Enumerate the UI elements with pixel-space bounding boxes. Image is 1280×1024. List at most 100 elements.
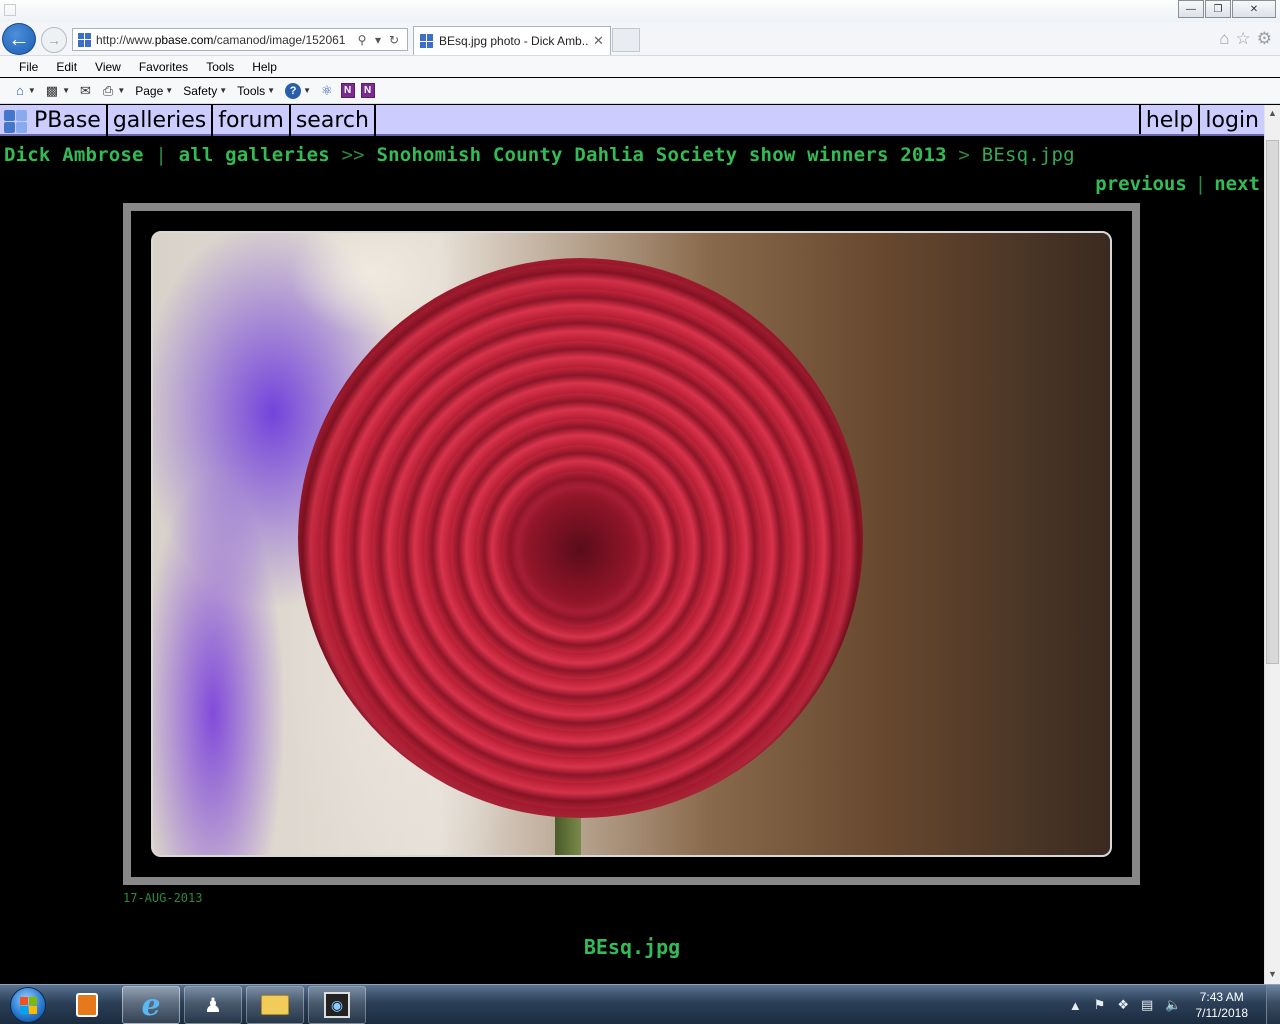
- address-dropdown-icon[interactable]: ▾: [370, 33, 386, 47]
- action-center-flag-icon[interactable]: ⚑: [1094, 997, 1106, 1013]
- search-icon[interactable]: ⚲: [354, 33, 370, 47]
- system-tray: ▲ ⚑ ❖ ▤ 🔈 7:43 AM 7/11/2018: [1063, 985, 1280, 1024]
- onenote-icon[interactable]: N: [340, 83, 355, 98]
- home-command-icon[interactable]: ⌂: [16, 83, 24, 98]
- forward-arrow-icon: →: [47, 32, 61, 48]
- page-content: PBase galleries forum search help login …: [0, 105, 1264, 984]
- scroll-down-icon[interactable]: ▼: [1265, 966, 1280, 982]
- print-dropdown-icon[interactable]: ▼: [117, 86, 125, 95]
- url-domain: pbase.com: [154, 32, 214, 47]
- tools-menu[interactable]: Tools: [237, 84, 265, 98]
- photo-caption: BEsq.jpg: [583, 935, 681, 959]
- new-tab-button[interactable]: [612, 28, 640, 52]
- menu-tools[interactable]: Tools: [197, 60, 243, 74]
- menu-edit[interactable]: Edit: [47, 60, 86, 74]
- menu-favorites[interactable]: Favorites: [130, 60, 197, 74]
- nav-login-link[interactable]: login: [1200, 105, 1264, 136]
- image-pager: previous | next: [1095, 173, 1260, 195]
- url-prefix: http://www.: [96, 32, 155, 47]
- breadcrumb-all-galleries-link[interactable]: all galleries: [179, 144, 330, 166]
- nav-galleries-link[interactable]: galleries: [108, 105, 214, 136]
- page-dropdown-icon[interactable]: ▼: [165, 86, 173, 95]
- page-scrollbar[interactable]: ▲ ▼: [1264, 105, 1280, 984]
- page-menu[interactable]: Page: [135, 84, 163, 98]
- start-button[interactable]: [2, 985, 54, 1024]
- breadcrumb-gallery-link[interactable]: Snohomish County Dahlia Society show win…: [376, 144, 946, 166]
- forward-button[interactable]: →: [41, 27, 67, 53]
- menu-view[interactable]: View: [86, 60, 130, 74]
- next-link[interactable]: next: [1214, 173, 1260, 195]
- favorites-star-icon[interactable]: ☆: [1236, 29, 1251, 49]
- dahlia-photo[interactable]: [151, 231, 1112, 857]
- system-clock[interactable]: 7:43 AM 7/11/2018: [1196, 989, 1249, 1021]
- safety-menu[interactable]: Safety: [183, 84, 217, 98]
- network-people-taskbar-icon[interactable]: ♟: [184, 986, 242, 1024]
- image-viewer-taskbar-icon[interactable]: ◉: [308, 986, 366, 1024]
- minimize-button[interactable]: —: [1178, 0, 1204, 18]
- app-icon: [4, 4, 16, 16]
- photo-frame-inner: [131, 211, 1132, 877]
- photo-date: 17-AUG-2013: [123, 891, 203, 905]
- scroll-thumb[interactable]: [1266, 140, 1279, 664]
- pbase-logo-text: PBase: [34, 108, 101, 133]
- menu-file[interactable]: File: [10, 60, 47, 74]
- command-bar: ⌂ ▼ ▩ ▼ ✉ ⎙ ▼ Page ▼ Safety ▼ Tools ▼ ? ▼ ⚛ N N: [0, 78, 1280, 104]
- scroll-up-icon[interactable]: ▲: [1265, 105, 1280, 121]
- refresh-icon[interactable]: ↻: [386, 33, 402, 47]
- home-icon[interactable]: ⌂: [1219, 29, 1229, 49]
- pbase-nav-bar: PBase galleries forum search help login: [0, 105, 1264, 136]
- breadcrumb-separator: |: [155, 144, 167, 166]
- previous-link[interactable]: previous: [1095, 173, 1187, 195]
- window-controls: — ❐ ✕: [1177, 0, 1276, 18]
- network-icon[interactable]: ▤: [1141, 997, 1153, 1013]
- taskbar: e ♟ ◉ ▲ ⚑ ❖ ▤ 🔈 7:43 AM 7/11/2018: [0, 984, 1280, 1024]
- restore-button[interactable]: ❐: [1205, 0, 1231, 18]
- tools-dropdown-icon[interactable]: ▼: [267, 86, 275, 95]
- back-button[interactable]: ←: [2, 23, 36, 55]
- address-bar[interactable]: http://www.pbase.com/camanod/image/15206…: [72, 28, 408, 51]
- breadcrumb-separator: >>: [341, 144, 365, 166]
- help-dropdown-icon[interactable]: ▼: [303, 86, 311, 95]
- internet-explorer-taskbar-icon[interactable]: e: [122, 986, 180, 1024]
- browser-navigation-bar: ← → http://www.pbase.com/camanod/image/1…: [0, 22, 1280, 56]
- close-button[interactable]: ✕: [1232, 0, 1276, 18]
- breadcrumb: Dick Ambrose | all galleries >> Snohomis…: [4, 144, 1075, 166]
- clock-date: 7/11/2018: [1195, 1006, 1249, 1020]
- show-desktop-button[interactable]: [1266, 985, 1280, 1024]
- nav-help-link[interactable]: help: [1141, 105, 1201, 136]
- file-explorer-taskbar-icon[interactable]: [246, 986, 304, 1024]
- safety-dropdown-icon[interactable]: ▼: [219, 86, 227, 95]
- address-url[interactable]: http://www.pbase.com/camanod/image/15206…: [96, 33, 354, 47]
- feeds-icon[interactable]: ▩: [46, 83, 58, 99]
- print-icon[interactable]: ⎙: [103, 83, 113, 99]
- dropbox-icon[interactable]: ❖: [1117, 997, 1129, 1013]
- tab-favicon-icon: [420, 34, 434, 48]
- nav-forum-link[interactable]: forum: [213, 105, 291, 136]
- back-arrow-icon: ←: [8, 26, 30, 51]
- onenote-linked-icon[interactable]: N: [360, 83, 375, 98]
- tray-expand-icon[interactable]: ▲: [1069, 998, 1082, 1013]
- pager-separator: |: [1194, 173, 1207, 195]
- volume-muted-icon[interactable]: 🔈: [1165, 997, 1181, 1013]
- nav-spacer: [376, 105, 1141, 134]
- tab-title: BEsq.jpg photo - Dick Amb...: [439, 34, 589, 48]
- tab-current[interactable]: BEsq.jpg photo - Dick Amb... ✕: [413, 26, 611, 55]
- windows-logo-icon: [10, 987, 46, 1023]
- nav-search-link[interactable]: search: [291, 105, 376, 136]
- breadcrumb-separator: >: [958, 144, 971, 166]
- breadcrumb-current: BEsq.jpg: [981, 144, 1075, 166]
- tab-close-icon[interactable]: ✕: [593, 33, 604, 49]
- photo-dahlia-flower: [298, 258, 863, 818]
- feeds-dropdown-icon[interactable]: ▼: [62, 86, 70, 95]
- research-icon[interactable]: ⚛: [321, 83, 333, 99]
- menu-help[interactable]: Help: [243, 60, 286, 74]
- menu-bar: File Edit View Favorites Tools Help: [0, 56, 1280, 77]
- url-path: /camanod/image/152061: [213, 32, 346, 47]
- home-dropdown-icon[interactable]: ▼: [28, 86, 36, 95]
- breadcrumb-user-link[interactable]: Dick Ambrose: [4, 144, 144, 166]
- settings-gear-icon[interactable]: ⚙: [1257, 29, 1272, 49]
- pbase-logo-link[interactable]: PBase: [0, 105, 108, 136]
- mail-icon[interactable]: ✉: [80, 83, 91, 99]
- help-icon[interactable]: ?: [285, 82, 302, 99]
- media-player-taskbar-icon[interactable]: [58, 986, 116, 1024]
